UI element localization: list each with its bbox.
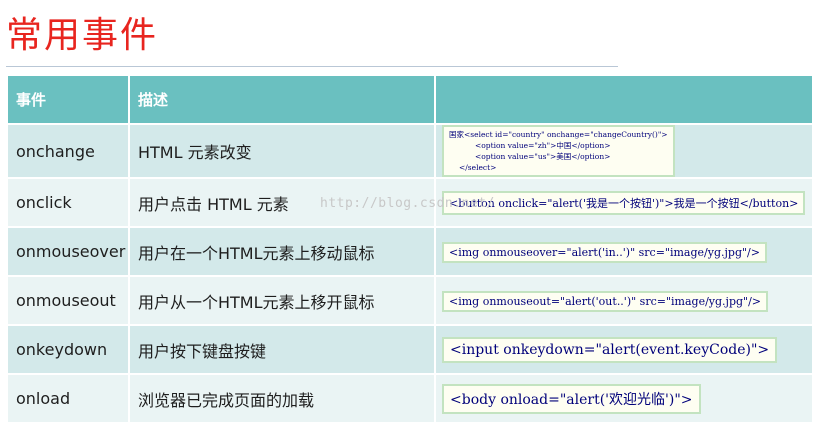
- header-description: 描述: [128, 74, 436, 125]
- header-example: [434, 74, 814, 125]
- table-row: onload 浏览器已完成页面的加载 <body onload="alert('…: [6, 373, 814, 424]
- event-name: onmouseout: [6, 275, 130, 326]
- code-snippet: <body onload="alert('欢迎光临')">: [442, 383, 701, 414]
- table-row: onmouseout 用户从一个HTML元素上移开鼠标 <img onmouse…: [6, 275, 814, 326]
- code-snippet: <input onkeydown="alert(event.keyCode)">: [442, 336, 778, 363]
- code-snippet: 国家<select id="country" onchange="changeC…: [442, 125, 675, 177]
- event-description: 浏览器已完成页面的加载: [128, 373, 436, 424]
- code-example-cell: <img onmouseover="alert('in..')" src="im…: [434, 226, 814, 277]
- event-description: 用户从一个HTML元素上移开鼠标: [128, 275, 436, 326]
- table-row: onkeydown 用户按下键盘按键 <input onkeydown="ale…: [6, 324, 814, 375]
- code-snippet: <button onclick="alert('我是一个按钮')">我是一个按钮…: [442, 190, 806, 215]
- code-example-cell: <img onmouseout="alert('out..')" src="im…: [434, 275, 814, 326]
- code-line: <option value="zh">中国</option>: [475, 141, 611, 150]
- event-description: 用户在一个HTML元素上移动鼠标: [128, 226, 436, 277]
- event-description: 用户按下键盘按键: [128, 324, 436, 375]
- event-name: onmouseover: [6, 226, 130, 277]
- code-line: <option value="us">美国</option>: [475, 152, 611, 161]
- page-title: 常用事件: [6, 15, 159, 56]
- code-snippet: <img onmouseout="alert('out..')" src="im…: [442, 290, 769, 312]
- code-example-cell: 国家<select id="country" onchange="changeC…: [434, 123, 814, 179]
- event-name: onkeydown: [6, 324, 130, 375]
- events-table: 事件 描述 onchange HTML 元素改变 国家<select id="c…: [6, 74, 814, 424]
- event-description: HTML 元素改变: [128, 123, 436, 179]
- table-row: onmouseover 用户在一个HTML元素上移动鼠标 <img onmous…: [6, 226, 814, 277]
- table-row: onchange HTML 元素改变 国家<select id="country…: [6, 123, 814, 179]
- code-line: </select>: [459, 163, 497, 172]
- table-header-row: 事件 描述: [6, 74, 814, 125]
- code-example-cell: <body onload="alert('欢迎光临')">: [434, 373, 814, 424]
- header-event: 事件: [6, 74, 130, 125]
- code-snippet: <img onmouseover="alert('in..')" src="im…: [442, 241, 767, 263]
- code-line: 国家<select id="country" onchange="changeC…: [449, 130, 668, 139]
- event-name: onload: [6, 373, 130, 424]
- title-divider: [6, 66, 618, 67]
- code-example-cell: <input onkeydown="alert(event.keyCode)">: [434, 324, 814, 375]
- event-name: onchange: [6, 123, 130, 179]
- watermark: http://blog.csdn.net/: [320, 196, 495, 211]
- event-name: onclick: [6, 177, 130, 228]
